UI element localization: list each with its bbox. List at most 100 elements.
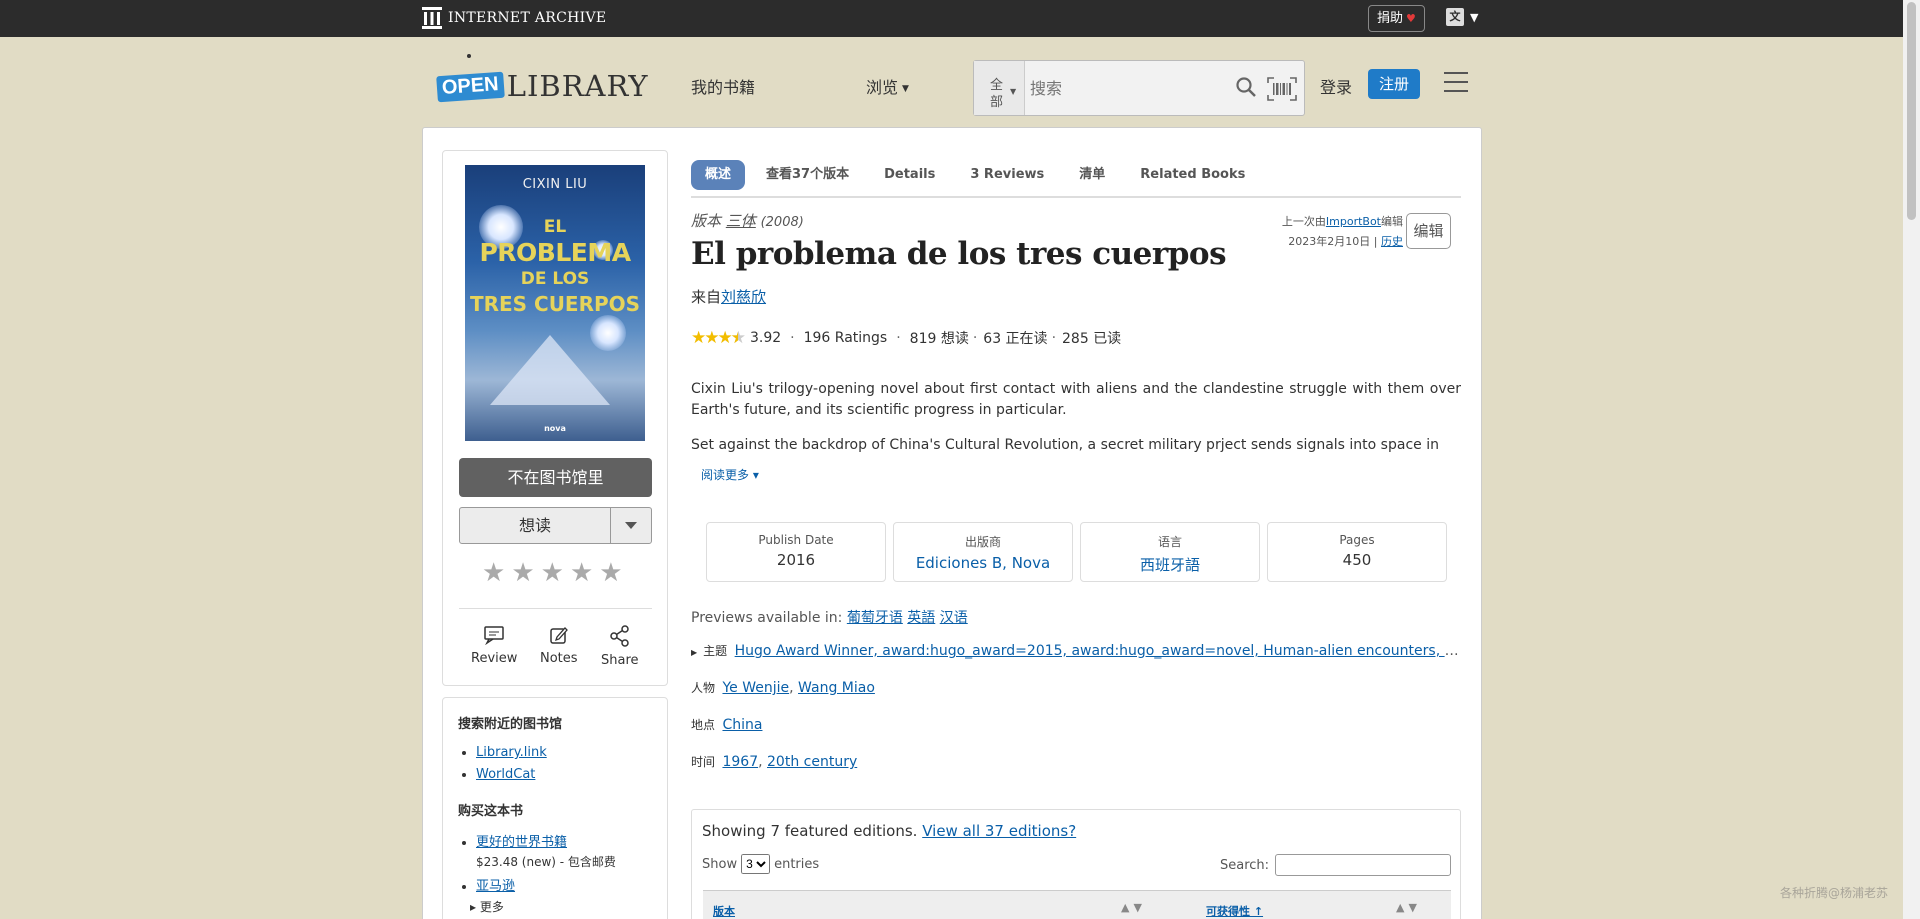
publisher-box: 出版商 Ediciones B, Nova bbox=[893, 522, 1073, 582]
internet-archive-logo[interactable]: INTERNET ARCHIVE bbox=[422, 7, 606, 29]
list-item: 亚马逊 bbox=[476, 875, 616, 894]
previews-row: Previews available in: 葡萄牙语 英語 汉语 bbox=[691, 607, 968, 627]
page-scrollbar[interactable] bbox=[1903, 0, 1920, 919]
share-label: Share bbox=[601, 653, 639, 668]
donate-label: 捐助 bbox=[1377, 11, 1404, 26]
watermark: 各种折腾@杨浦老苏 bbox=[1780, 886, 1889, 900]
preview-language-link[interactable]: 英語 bbox=[907, 610, 935, 626]
search-icon[interactable] bbox=[1235, 76, 1257, 98]
signup-button[interactable]: 注册 bbox=[1368, 69, 1420, 99]
more-toggle[interactable]: ▸ 更多 bbox=[470, 898, 504, 915]
subject-links[interactable]: Hugo Award Winner, award:hugo_award=2015… bbox=[735, 643, 1461, 659]
ratings-count[interactable]: 196 Ratings bbox=[804, 330, 888, 346]
place-link[interactable]: China bbox=[722, 717, 762, 733]
language-link[interactable]: 西班牙語 bbox=[1140, 556, 1200, 574]
share-button[interactable]: Share bbox=[601, 625, 639, 668]
expand-triangle-icon[interactable]: ▶ bbox=[691, 648, 697, 657]
nav-browse[interactable]: 浏览 ▼ bbox=[866, 74, 909, 98]
want-to-read-dropdown-icon[interactable] bbox=[611, 508, 651, 543]
search-bar: 全部 ▼ bbox=[973, 60, 1305, 116]
entries-select[interactable]: 3 bbox=[741, 854, 771, 874]
notes-button[interactable]: Notes bbox=[540, 625, 578, 666]
preview-language-link[interactable]: 葡萄牙语 bbox=[847, 610, 903, 626]
nav-my-books[interactable]: 我的书籍 bbox=[691, 74, 755, 98]
tab-details[interactable]: Details bbox=[884, 160, 935, 190]
tab-related-books[interactable]: Related Books bbox=[1140, 160, 1245, 190]
language-selector[interactable]: 文 ▼ bbox=[1446, 8, 1478, 26]
tabs-divider bbox=[691, 196, 1461, 198]
login-link[interactable]: 登录 bbox=[1320, 74, 1352, 98]
heart-icon: ♥ bbox=[1406, 12, 1416, 25]
time-link[interactable]: 20th century bbox=[767, 754, 857, 770]
buy-book-list: 更好的世界书籍 $23.48 (new) - 包含邮费 亚马逊 bbox=[476, 831, 616, 901]
review-label: Review bbox=[471, 651, 518, 666]
star-icon[interactable]: ★ bbox=[511, 558, 534, 588]
import-bot-link[interactable]: ImportBot bbox=[1326, 215, 1381, 228]
sort-icon[interactable]: ▲▼ bbox=[1396, 901, 1421, 914]
barcode-scanner-icon[interactable] bbox=[1267, 77, 1297, 101]
publisher-link[interactable]: Ediciones B, Nova bbox=[916, 554, 1050, 572]
star-icon[interactable]: ★ bbox=[541, 558, 564, 588]
view-all-editions-link[interactable]: View all 37 editions? bbox=[922, 822, 1076, 840]
person-link[interactable]: Wang Miao bbox=[798, 680, 875, 696]
pages-box: Pages 450 bbox=[1267, 522, 1447, 582]
reading-stats: ★★★★★ 3.92 · 196 Ratings · 819 想读· 63 正在… bbox=[691, 328, 1122, 348]
open-library-logo[interactable]: OPEN LIBRARY bbox=[436, 54, 649, 103]
work-link[interactable]: 三体 bbox=[726, 212, 756, 230]
nearby-libraries-list: Library.link WorldCat bbox=[476, 745, 547, 789]
currently-reading-count: 63 正在读 bbox=[983, 331, 1048, 347]
editions-search-input[interactable] bbox=[1275, 854, 1452, 876]
rating-input[interactable]: ★ ★ ★ ★ ★ bbox=[482, 558, 623, 588]
tab-editions[interactable]: 查看37个版本 bbox=[766, 160, 849, 190]
tab-reviews[interactable]: 3 Reviews bbox=[970, 160, 1044, 190]
history-link[interactable]: 历史 bbox=[1381, 235, 1403, 248]
star-icon[interactable]: ★ bbox=[570, 558, 593, 588]
edition-year: (2008) bbox=[760, 215, 804, 230]
editions-showing-text: Showing 7 featured editions. bbox=[702, 822, 918, 840]
search-category-select[interactable]: 全部 ▼ bbox=[974, 61, 1025, 115]
author-link[interactable]: 刘慈欣 bbox=[721, 288, 766, 306]
star-icon[interactable]: ★ bbox=[599, 558, 622, 588]
column-header-edition[interactable]: 版本 bbox=[713, 903, 735, 919]
worldcat-link[interactable]: WorldCat bbox=[476, 767, 535, 782]
subjects-label: 主题 bbox=[703, 644, 728, 658]
language-box: 语言 西班牙語 bbox=[1080, 522, 1260, 582]
review-button[interactable]: Review bbox=[471, 625, 517, 666]
amazon-link[interactable]: 亚马逊 bbox=[476, 879, 515, 894]
cover-pyramid bbox=[490, 335, 610, 405]
library-link[interactable]: Library.link bbox=[476, 745, 547, 760]
donate-button[interactable]: 捐助 ♥ bbox=[1368, 5, 1425, 32]
language-icon: 文 bbox=[1446, 8, 1464, 26]
edition-prefix: 版本 bbox=[691, 212, 722, 230]
preview-language-link[interactable]: 汉语 bbox=[940, 610, 968, 626]
edition-line: 版本 三体 (2008) bbox=[691, 210, 804, 231]
cover-title-line: DE LOS bbox=[520, 269, 590, 289]
cover-title-line: TRES CUERPOS bbox=[469, 292, 641, 316]
better-world-books-link[interactable]: 更好的世界书籍 bbox=[476, 835, 567, 850]
tab-overview[interactable]: 概述 bbox=[691, 160, 746, 190]
buy-book-heading: 购买这本书 bbox=[458, 804, 524, 819]
read-more-toggle[interactable]: 阅读更多 ▾ bbox=[701, 466, 759, 483]
logo-library-text: LIBRARY bbox=[506, 69, 649, 103]
times-row: 时间 1967, 20th century bbox=[691, 754, 858, 770]
show-label: Show bbox=[702, 856, 738, 872]
search-input[interactable] bbox=[1030, 61, 1230, 115]
book-title: El problema de los tres cuerpos bbox=[691, 236, 1227, 272]
hamburger-menu-icon[interactable] bbox=[1444, 72, 1468, 92]
time-link[interactable]: 1967 bbox=[722, 754, 758, 770]
times-label: 时间 bbox=[691, 755, 716, 769]
want-to-read-button[interactable]: 想读 bbox=[459, 507, 652, 544]
book-tabs: 概述 查看37个版本 Details 3 Reviews 清单 Related … bbox=[691, 160, 1280, 190]
want-to-read-label[interactable]: 想读 bbox=[460, 508, 611, 543]
edit-button[interactable]: 编辑 bbox=[1406, 213, 1451, 249]
not-in-library-button[interactable]: 不在图书馆里 bbox=[459, 458, 652, 497]
scrollbar-thumb[interactable] bbox=[1907, 2, 1916, 220]
description-paragraph: Cixin Liu's trilogy-opening novel about … bbox=[691, 381, 1461, 418]
book-cover[interactable]: CIXIN LIU EL PROBLEMA DE LOS TRES CUERPO… bbox=[465, 165, 645, 441]
person-link[interactable]: Ye Wenjie bbox=[722, 680, 789, 696]
star-icon[interactable]: ★ bbox=[482, 558, 505, 588]
column-header-availability[interactable]: 可获得性 ↑ bbox=[1206, 903, 1263, 919]
tab-lists[interactable]: 清单 bbox=[1079, 160, 1105, 190]
already-read-count: 285 已读 bbox=[1062, 331, 1122, 347]
sort-icon[interactable]: ▲▼ bbox=[1121, 901, 1146, 914]
